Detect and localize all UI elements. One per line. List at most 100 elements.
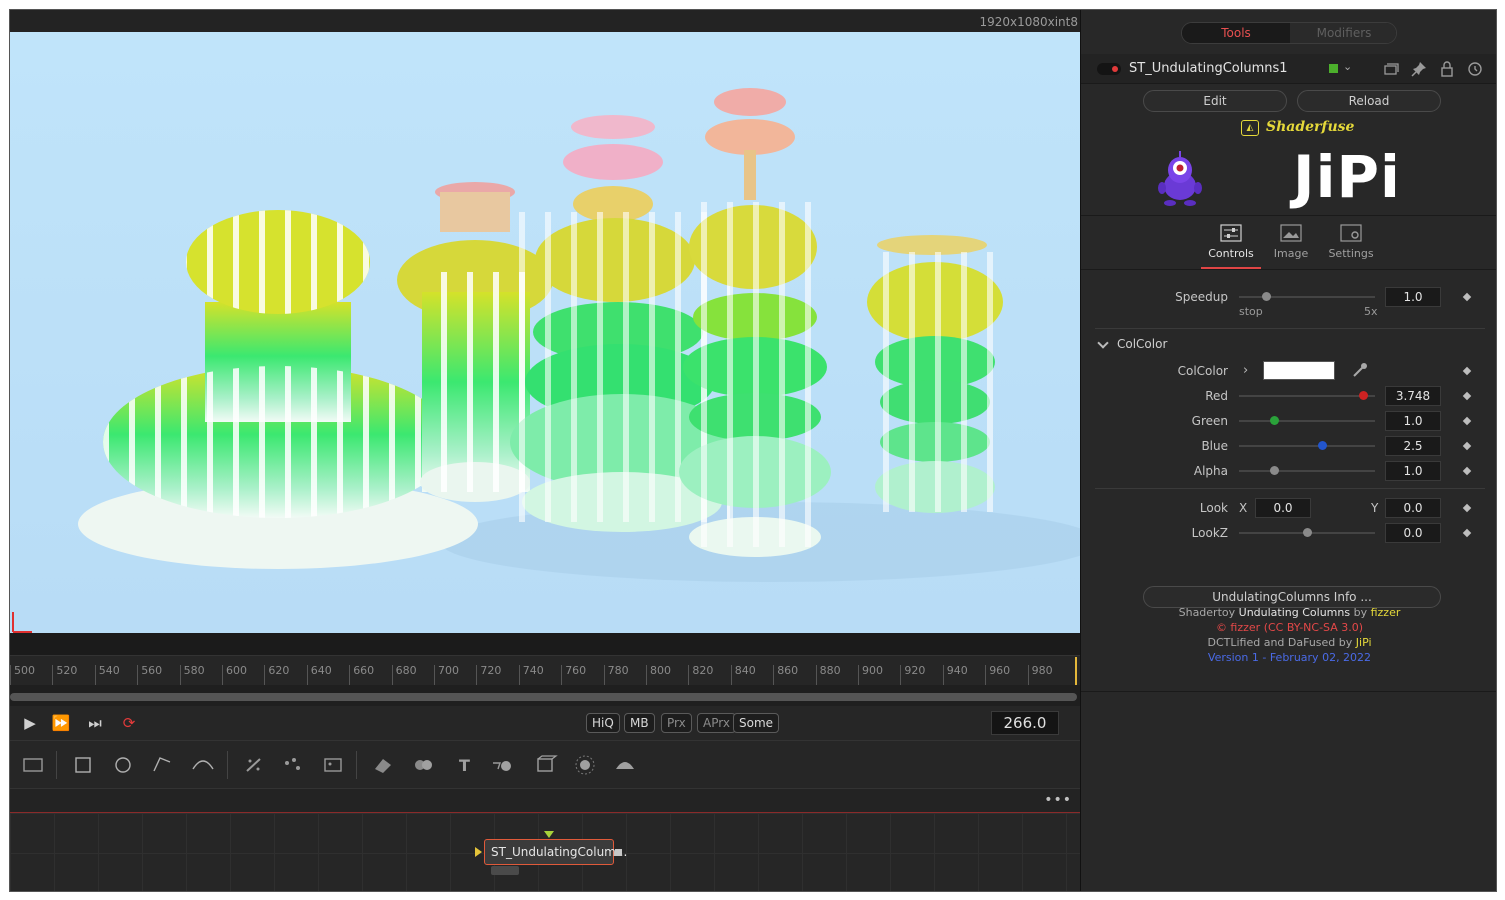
- tab-image[interactable]: Image: [1261, 224, 1321, 268]
- green-slider[interactable]: [1239, 416, 1375, 425]
- eyedropper-icon[interactable]: [1351, 361, 1369, 379]
- info-shader-title[interactable]: Undulating Columns: [1239, 606, 1350, 619]
- fog3d-icon[interactable]: [612, 753, 638, 777]
- shaderfuse-label: Shaderfuse: [1266, 119, 1355, 135]
- node-effect-mask-icon[interactable]: [544, 831, 554, 838]
- info-author[interactable]: fizzer: [1371, 606, 1401, 619]
- lookz-keyframe-icon[interactable]: [1462, 528, 1472, 538]
- pin-icon[interactable]: [1411, 61, 1427, 77]
- rectangle-icon[interactable]: [70, 753, 96, 777]
- auto-proxy-button[interactable]: APrx: [697, 713, 736, 733]
- shape3d-icon[interactable]: [370, 753, 396, 777]
- info-version[interactable]: Version 1 - February 02, 2022: [1081, 651, 1496, 664]
- blue-label: Blue: [1201, 439, 1228, 453]
- tool-enable-toggle[interactable]: [1097, 63, 1121, 75]
- playhead[interactable]: [1075, 657, 1077, 685]
- reset-icon[interactable]: [1467, 61, 1483, 77]
- blue-slider-knob[interactable]: [1317, 441, 1327, 450]
- chevron-down-icon[interactable]: [1097, 337, 1109, 349]
- more-options-icon[interactable]: •••: [1044, 792, 1072, 808]
- ruler-tick-580: 580: [179, 665, 205, 685]
- proxy-button[interactable]: Prx: [661, 713, 692, 733]
- fast-forward-icon[interactable]: ⏩: [51, 714, 71, 732]
- edit-button[interactable]: Edit: [1143, 90, 1287, 112]
- alpha-keyframe-icon[interactable]: [1462, 466, 1472, 476]
- bspline-icon[interactable]: [190, 753, 216, 777]
- red-slider-knob[interactable]: [1358, 391, 1368, 400]
- alpha-slider-knob[interactable]: [1270, 466, 1280, 475]
- ruler-tick-640: 640: [306, 665, 332, 685]
- polygon-icon[interactable]: [150, 753, 176, 777]
- reload-button[interactable]: Reload: [1297, 90, 1441, 112]
- speedup-slider-knob[interactable]: [1262, 292, 1272, 301]
- paint-icon[interactable]: [242, 753, 268, 777]
- tab-settings-label: Settings: [1328, 247, 1374, 260]
- blue-slider[interactable]: [1239, 441, 1375, 450]
- blue-keyframe-icon[interactable]: [1462, 441, 1472, 451]
- particle-emitter-icon[interactable]: [280, 753, 306, 777]
- alpha-slider[interactable]: [1239, 466, 1375, 475]
- tab-controls[interactable]: Controls: [1201, 224, 1261, 268]
- node-output-icon[interactable]: [615, 849, 622, 856]
- version-icon[interactable]: [1383, 61, 1399, 77]
- node-view-indicators[interactable]: [491, 866, 519, 875]
- background-icon[interactable]: [20, 753, 46, 777]
- time-ruler[interactable]: 500 520 540 560 580 600 620 640 660 680 700 720 740 7…: [10, 655, 1080, 685]
- ruler-tick-820: 820: [688, 665, 713, 685]
- some-button[interactable]: Some: [733, 713, 780, 733]
- tool-name[interactable]: ST_UndulatingColumns1: [1129, 61, 1288, 76]
- look-x-field[interactable]: 0.0: [1255, 498, 1311, 518]
- lookz-field[interactable]: 0.0: [1385, 523, 1441, 543]
- text3d-icon[interactable]: T: [452, 753, 478, 777]
- renderer3d-icon[interactable]: [490, 753, 516, 777]
- speedup-keyframe-icon[interactable]: [1462, 292, 1472, 302]
- look-keyframe-icon[interactable]: [1462, 503, 1472, 513]
- info-license[interactable]: © fizzer (CC BY-NC-SA 3.0): [1081, 621, 1496, 634]
- camera3d-icon[interactable]: [532, 753, 558, 777]
- current-frame-field[interactable]: 266.0: [991, 711, 1059, 735]
- chevron-down-icon[interactable]: ⌄: [1343, 60, 1352, 73]
- viewer-image[interactable]: [10, 32, 1080, 633]
- light3d-icon[interactable]: [572, 753, 598, 777]
- node-input-icon[interactable]: [475, 847, 482, 857]
- ellipse-icon[interactable]: [110, 753, 136, 777]
- green-slider-knob[interactable]: [1270, 416, 1280, 425]
- red-keyframe-icon[interactable]: [1462, 391, 1472, 401]
- time-scrub-bar[interactable]: [10, 693, 1077, 701]
- colcolor-keyframe-icon[interactable]: [1462, 366, 1472, 376]
- alpha-field[interactable]: 1.0: [1385, 461, 1441, 481]
- skip-to-end-icon[interactable]: ⏭: [85, 714, 105, 732]
- loop-icon[interactable]: ⟳: [119, 714, 139, 732]
- chevron-right-icon[interactable]: ›: [1243, 363, 1248, 378]
- lookz-slider[interactable]: [1239, 528, 1375, 537]
- node-st-undulatingcolumns[interactable]: ST_UndulatingColum...: [484, 839, 627, 865]
- speedup-field[interactable]: 1.0: [1385, 287, 1441, 307]
- particle-render-icon[interactable]: [320, 753, 346, 777]
- green-field[interactable]: 1.0: [1385, 411, 1441, 431]
- tab-tools[interactable]: Tools: [1182, 23, 1290, 43]
- lock-icon[interactable]: [1439, 61, 1455, 77]
- info-porter[interactable]: JiPi: [1356, 636, 1372, 649]
- merge3d-icon[interactable]: [410, 753, 436, 777]
- speedup-slider[interactable]: [1239, 292, 1375, 301]
- tool-color-chip[interactable]: [1329, 64, 1338, 73]
- colcolor-section-header[interactable]: ColColor: [1117, 337, 1167, 351]
- divider: [1095, 328, 1485, 329]
- tab-modifiers[interactable]: Modifiers: [1290, 23, 1396, 43]
- colcolor-swatch[interactable]: [1263, 361, 1335, 380]
- red-slider[interactable]: [1239, 391, 1375, 400]
- tool-bar: T: [10, 740, 1080, 788]
- look-y-field[interactable]: 0.0: [1385, 498, 1441, 518]
- tab-settings[interactable]: Settings: [1321, 224, 1381, 268]
- red-field[interactable]: 3.748: [1385, 386, 1441, 406]
- motion-blur-button[interactable]: MB: [624, 713, 655, 733]
- ruler-tick-760: 760: [561, 665, 586, 685]
- node-editor[interactable]: ST_UndulatingColum...: [10, 813, 1080, 891]
- info-button[interactable]: UndulatingColumns Info ...: [1143, 586, 1441, 608]
- tab-controls-label: Controls: [1208, 247, 1254, 260]
- blue-field[interactable]: 2.5: [1385, 436, 1441, 456]
- hiq-button[interactable]: HiQ: [586, 713, 620, 733]
- lookz-slider-knob[interactable]: [1303, 528, 1312, 537]
- green-keyframe-icon[interactable]: [1462, 416, 1472, 426]
- play-icon[interactable]: ▶: [20, 714, 40, 732]
